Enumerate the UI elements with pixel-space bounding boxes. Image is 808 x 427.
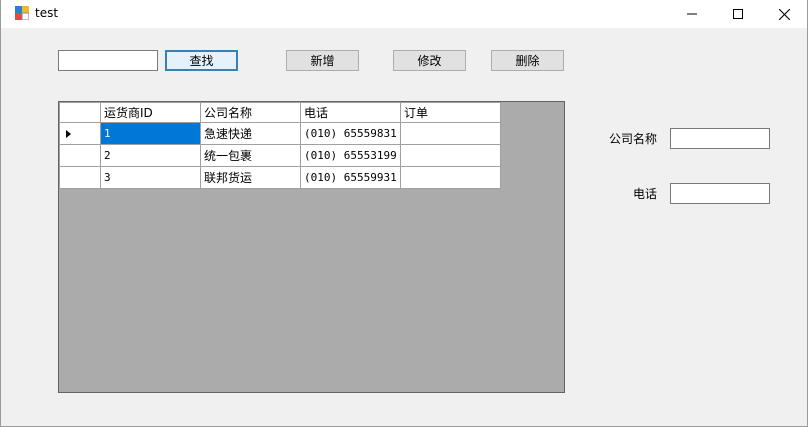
grid-header-row: 运货商ID 公司名称 电话 订单 <box>59 102 501 123</box>
grid-table: 运货商ID 公司名称 电话 订单 1 急速快递 (010) 65559831 2… <box>59 102 501 189</box>
app-icon <box>15 6 29 20</box>
cell-id[interactable]: 1 <box>100 122 201 145</box>
search-input[interactable] <box>58 50 158 71</box>
cell-orders[interactable] <box>400 122 501 145</box>
cell-company[interactable]: 统一包裹 <box>200 144 301 167</box>
table-row[interactable]: 1 急速快递 (010) 65559831 <box>59 122 501 145</box>
edit-button[interactable]: 修改 <box>393 50 466 71</box>
phone-input[interactable] <box>670 183 770 204</box>
close-button[interactable] <box>761 0 807 28</box>
search-button[interactable]: 查找 <box>165 50 238 71</box>
row-header[interactable] <box>59 122 101 145</box>
company-name-label: 公司名称 <box>609 132 658 146</box>
minimize-icon <box>687 13 697 15</box>
cell-orders[interactable] <box>400 166 501 189</box>
phone-label: 电话 <box>633 187 658 201</box>
delete-button[interactable]: 删除 <box>491 50 564 71</box>
company-name-input[interactable] <box>670 128 770 149</box>
main-window: test 查找 新增 修改 删除 运货商ID 公司名称 电话 订单 1 急速快递… <box>0 0 808 427</box>
minimize-button[interactable] <box>669 0 715 28</box>
data-grid[interactable]: 运货商ID 公司名称 电话 订单 1 急速快递 (010) 65559831 2… <box>58 101 565 393</box>
table-row[interactable]: 2 统一包裹 (010) 65553199 <box>59 144 501 167</box>
row-header-corner[interactable] <box>59 102 101 123</box>
row-header[interactable] <box>59 144 101 167</box>
cell-phone[interactable]: (010) 65553199 <box>300 144 401 167</box>
column-header-orders[interactable]: 订单 <box>400 102 501 123</box>
cell-id[interactable]: 3 <box>100 166 201 189</box>
cell-company[interactable]: 急速快递 <box>200 122 301 145</box>
cell-id[interactable]: 2 <box>100 144 201 167</box>
maximize-icon <box>733 9 743 19</box>
close-icon <box>778 8 790 20</box>
table-row[interactable]: 3 联邦货运 (010) 65559931 <box>59 166 501 189</box>
row-header[interactable] <box>59 166 101 189</box>
window-title: test <box>35 6 59 20</box>
column-header-company[interactable]: 公司名称 <box>200 102 301 123</box>
add-button[interactable]: 新增 <box>286 50 359 71</box>
column-header-id[interactable]: 运货商ID <box>100 102 201 123</box>
title-bar[interactable]: test <box>1 0 807 28</box>
cell-orders[interactable] <box>400 144 501 167</box>
cell-phone[interactable]: (010) 65559931 <box>300 166 401 189</box>
cell-phone[interactable]: (010) 65559831 <box>300 122 401 145</box>
cell-company[interactable]: 联邦货运 <box>200 166 301 189</box>
current-row-arrow-icon <box>66 130 71 138</box>
column-header-phone[interactable]: 电话 <box>300 102 401 123</box>
maximize-button[interactable] <box>715 0 761 28</box>
